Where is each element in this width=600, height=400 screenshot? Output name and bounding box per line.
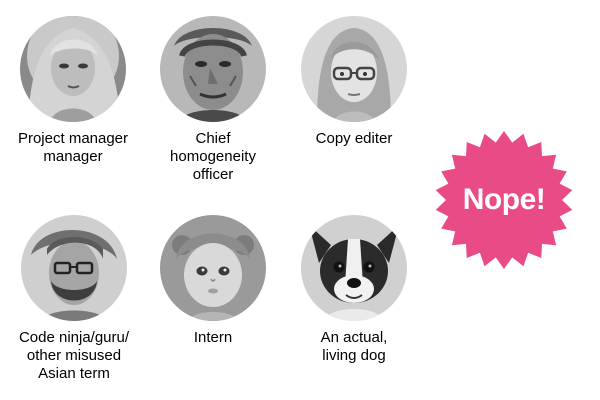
- bearded-man-with-glasses-portrait: [21, 215, 127, 321]
- badge-label: Nope!: [462, 183, 546, 216]
- role-caption: Chief homogeneity officer: [170, 130, 256, 183]
- boston-terrier-portrait: [301, 215, 407, 321]
- nope-starburst-badge: Nope!: [434, 130, 574, 270]
- role-caption: Intern: [193, 329, 233, 346]
- role-card-intern: Intern: [133, 215, 293, 347]
- toddler-portrait: [160, 215, 266, 321]
- role-card-chief-homogeneity-officer: Chief homogeneity officer: [133, 16, 293, 184]
- role-caption: Copy editer: [315, 130, 393, 147]
- role-caption: Code ninja/guru/ other misused Asian ter…: [18, 329, 130, 382]
- older-man-portrait: [160, 16, 266, 122]
- role-caption: Project manager manager: [17, 130, 129, 165]
- role-card-living-dog: An actual, living dog: [274, 215, 434, 365]
- role-card-copy-editer: Copy editer: [274, 16, 434, 148]
- role-card-project-manager-manager: Project manager manager: [0, 16, 153, 166]
- blonde-woman-portrait: [20, 16, 126, 122]
- role-caption: An actual, living dog: [320, 329, 388, 364]
- woman-with-glasses-portrait: [301, 16, 407, 122]
- role-card-code-ninja: Code ninja/guru/ other misused Asian ter…: [0, 215, 154, 383]
